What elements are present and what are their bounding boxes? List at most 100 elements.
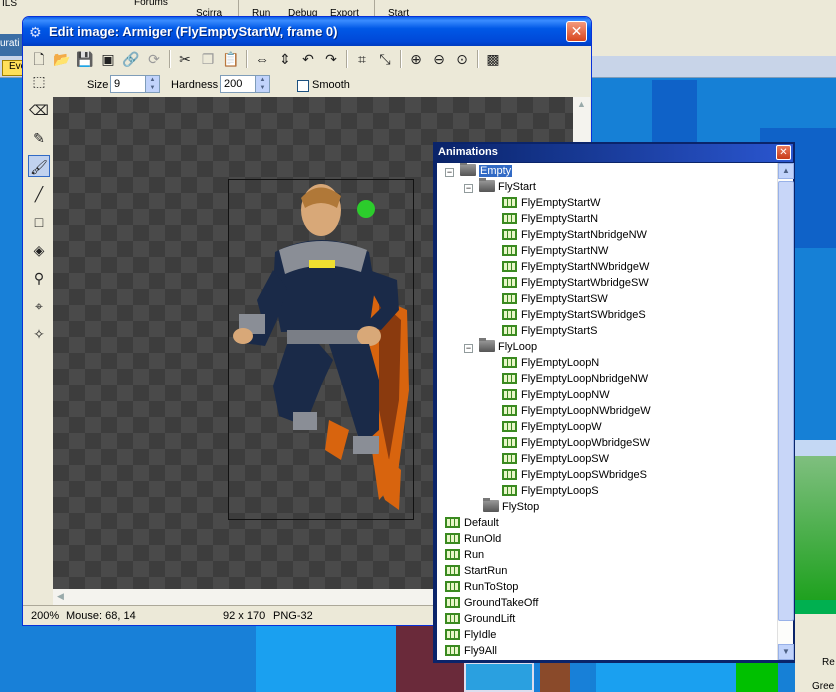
tree-animation[interactable]: FlyEmptyLoopSWbridgeS <box>502 467 647 483</box>
tree-animation[interactable]: Default <box>445 515 499 531</box>
tree-item-label[interactable]: Empty <box>479 165 513 177</box>
tree-item-label[interactable]: FlyEmptyStartNbridgeNW <box>521 229 647 241</box>
tree-item-label[interactable]: FlyEmptyLoopNWbridgeW <box>521 405 651 417</box>
hotspot-icon[interactable]: ⌖ <box>28 295 50 317</box>
tree-item-label[interactable]: GroundLift <box>464 613 515 625</box>
save-all-icon[interactable]: ▣ <box>98 49 118 69</box>
tree-item-label[interactable]: FlyIdle <box>464 629 496 641</box>
action-point-icon[interactable]: ✧ <box>28 323 50 345</box>
hardness-spinner[interactable]: 200 ▲ ▼ <box>220 75 270 93</box>
hardness-value[interactable]: 200 <box>224 78 242 90</box>
animations-title-bar[interactable]: Animations ✕ <box>435 144 793 162</box>
tree-animation[interactable]: FlyEmptyLoopNW <box>502 387 610 403</box>
new-icon[interactable]: 🗋 <box>29 49 49 69</box>
copy-icon[interactable]: ❐ <box>198 49 218 69</box>
tree-animation[interactable]: FlyEmptyStartNW <box>502 243 608 259</box>
tree-animation[interactable]: FlyEmptyLoopNWbridgeW <box>502 403 651 419</box>
flip-vertical-icon[interactable]: ⇕ <box>275 49 295 69</box>
line-icon[interactable]: ╱ <box>28 183 50 205</box>
tree-item-label[interactable]: FlyEmptyStartN <box>521 213 598 225</box>
open-icon[interactable]: 📂 <box>52 49 72 69</box>
tree-animation[interactable]: GroundTakeOff <box>445 595 538 611</box>
size-spinner[interactable]: 9 ▲ ▼ <box>110 75 160 93</box>
tree-animation[interactable]: RunOld <box>445 531 501 547</box>
cut-icon[interactable]: ✂ <box>175 49 195 69</box>
refresh-icon[interactable]: ⟳ <box>144 49 164 69</box>
smooth-label[interactable]: Smooth <box>312 79 350 91</box>
tree-animation[interactable]: FlyEmptyStartNWbridgeW <box>502 259 649 275</box>
tree-item-label[interactable]: FlyEmptyStartSW <box>521 293 608 305</box>
tree-item-label[interactable]: RunOld <box>464 533 501 545</box>
brush-icon[interactable]: 🖌 <box>28 155 50 177</box>
tree-animation[interactable]: FlyEmptyLoopS <box>502 483 599 499</box>
tree-folder[interactable]: FlyStop <box>483 498 539 515</box>
tree-animation[interactable]: FlyEmptyStartSW <box>502 291 608 307</box>
tree-animation[interactable]: FlyEmptyLoopN <box>502 355 599 371</box>
tree-animation[interactable]: Run <box>445 547 484 563</box>
tree-animation[interactable]: FlyEmptyLoopWbridgeSW <box>502 435 650 451</box>
scroll-left-icon[interactable]: ◀ <box>57 591 64 602</box>
tree-animation[interactable]: FlyEmptyStartNbridgeNW <box>502 227 647 243</box>
tree-item-label[interactable]: Fly9All <box>464 645 497 657</box>
background-forums-button[interactable]: Forums <box>134 0 168 8</box>
pencil-icon[interactable]: ✎ <box>28 127 50 149</box>
tree-item-label[interactable]: FlyEmptyLoopSW <box>521 453 609 465</box>
save-icon[interactable]: 💾 <box>75 49 95 69</box>
animations-close-button[interactable]: ✕ <box>776 145 791 160</box>
tree-item-label[interactable]: FlyEmptyLoopN <box>521 357 599 369</box>
tree-item-label[interactable]: FlyEmptyLoopNbridgeNW <box>521 373 648 385</box>
fill-icon[interactable]: ◈ <box>28 239 50 261</box>
tree-item-label[interactable]: FlyStop <box>502 501 539 513</box>
eraser-icon[interactable]: ⌫ <box>28 99 50 121</box>
scroll-down-icon[interactable]: ▼ <box>778 644 794 660</box>
flip-horizontal-icon[interactable]: ⇔ <box>252 49 272 69</box>
grid-icon[interactable]: ▩ <box>483 49 503 69</box>
scrollbar-thumb[interactable] <box>778 181 794 621</box>
tree-animation[interactable]: FlyEmptyLoopNbridgeNW <box>502 371 648 387</box>
tree-item-label[interactable]: FlyEmptyLoopS <box>521 485 599 497</box>
tree-item-label[interactable]: FlyEmptyLoopSWbridgeS <box>521 469 647 481</box>
tree-item-label[interactable]: Default <box>464 517 499 529</box>
editor-title-bar[interactable]: ⚙ Edit image: Armiger (FlyEmptyStartW, f… <box>23 17 591 46</box>
rectangle-icon[interactable]: □ <box>28 211 50 233</box>
zoom-in-icon[interactable]: ⊕ <box>406 49 426 69</box>
tree-animation[interactable]: FlyEmptyLoopW <box>502 419 602 435</box>
tree-animation[interactable]: FlyEmptyLoopSW <box>502 451 609 467</box>
tree-item-label[interactable]: RunToStop <box>464 581 518 593</box>
spinner-arrows-icon[interactable]: ▲ ▼ <box>145 76 159 92</box>
tree-animation[interactable]: StartRun <box>445 563 507 579</box>
resize-icon[interactable]: ⤡ <box>375 49 395 69</box>
animations-tree[interactable]: − Empty − FlyStart FlyEmptyStartW FlyEmptySta… <box>437 163 777 660</box>
tree-item-label[interactable]: FlyEmptyStartNW <box>521 245 608 257</box>
tree-item-label[interactable]: FlyEmptyStartW <box>521 197 600 209</box>
animations-scrollbar[interactable]: ▲ ▼ <box>777 163 794 660</box>
link-icon[interactable]: 🔗 <box>121 49 141 69</box>
tree-animation[interactable]: Fly9All <box>445 643 497 659</box>
tree-folder[interactable]: − FlyLoop <box>464 338 537 355</box>
tree-animation[interactable]: FlyEmptyStartN <box>502 211 598 227</box>
tree-animation[interactable]: FlyEmptyStartW <box>502 195 600 211</box>
tree-item-label[interactable]: FlyEmptyStartWbridgeSW <box>521 277 649 289</box>
rotate-left-icon[interactable]: ↶ <box>298 49 318 69</box>
tree-item-label[interactable]: FlyEmptyLoopNW <box>521 389 610 401</box>
collapse-icon[interactable]: − <box>464 344 473 353</box>
zoom-out-icon[interactable]: ⊖ <box>429 49 449 69</box>
tree-item-label[interactable]: FlyEmptyStartNWbridgeW <box>521 261 649 273</box>
tree-item-label[interactable]: FlyEmptyLoopWbridgeSW <box>521 437 650 449</box>
size-value[interactable]: 9 <box>114 78 120 90</box>
tree-animation[interactable]: FlyEmptyStartWbridgeSW <box>502 275 649 291</box>
tree-animation[interactable]: FlyEmptyStartS <box>502 323 597 339</box>
tree-folder[interactable]: − FlyStart <box>464 178 536 195</box>
eyedropper-icon[interactable]: ⚲ <box>28 267 50 289</box>
tree-folder[interactable]: − Empty <box>445 163 513 179</box>
tree-item-label[interactable]: GroundTakeOff <box>464 597 538 609</box>
tree-animation[interactable]: FlyIdle <box>445 627 496 643</box>
scroll-up-icon[interactable]: ▲ <box>778 163 794 179</box>
tree-item-label[interactable]: Run <box>464 549 484 561</box>
tree-animation[interactable]: RunToStop <box>445 579 518 595</box>
select-icon[interactable]: ⬚ <box>28 70 50 92</box>
editor-close-button[interactable]: ✕ <box>566 21 587 42</box>
tree-item-label[interactable]: FlyEmptyStartS <box>521 325 597 337</box>
rotate-right-icon[interactable]: ↷ <box>321 49 341 69</box>
tree-item-label[interactable]: StartRun <box>464 565 507 577</box>
